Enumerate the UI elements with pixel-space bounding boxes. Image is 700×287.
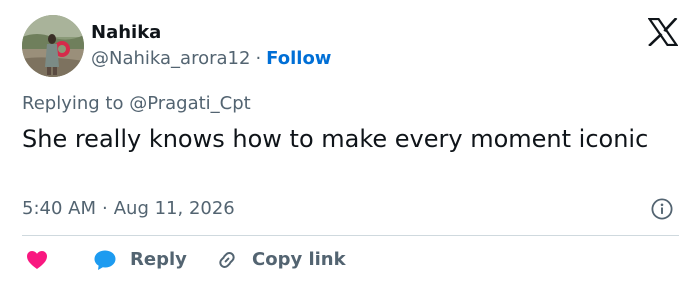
author-display-name[interactable]: Nahika bbox=[91, 21, 161, 45]
info-icon[interactable] bbox=[651, 198, 673, 220]
copy-link-label: Copy link bbox=[252, 249, 346, 270]
heart-icon bbox=[27, 251, 47, 269]
copy-link-button[interactable]: Copy link bbox=[215, 247, 346, 273]
avatar-photo-icon bbox=[22, 15, 84, 77]
author-handle-row: @Nahika_arora12 · Follow bbox=[91, 47, 331, 71]
reply-label: Reply bbox=[130, 249, 187, 270]
replying-to[interactable]: Replying to @Pragati_Cpt bbox=[22, 92, 251, 116]
avatar[interactable] bbox=[22, 15, 84, 77]
tweet-text: She really knows how to make every momen… bbox=[22, 125, 649, 153]
like-button[interactable] bbox=[26, 247, 48, 273]
follow-button[interactable]: Follow bbox=[266, 48, 331, 69]
link-icon bbox=[219, 252, 235, 268]
tweet-card: Nahika @Nahika_arora12 · Follow Replying t… bbox=[0, 0, 700, 287]
speech-bubble-icon bbox=[94, 250, 116, 270]
timestamp-separator: · bbox=[102, 198, 108, 219]
tweet-timestamp[interactable]: 5:40 AM · Aug 11, 2026 bbox=[22, 197, 235, 221]
reply-button[interactable]: Reply bbox=[93, 247, 187, 273]
author-handle[interactable]: @Nahika_arora12 bbox=[91, 48, 250, 69]
x-logo-icon[interactable] bbox=[648, 18, 678, 46]
tweet-time: 5:40 AM bbox=[22, 198, 96, 219]
handle-separator: · bbox=[255, 48, 262, 69]
tweet-date: Aug 11, 2026 bbox=[113, 198, 235, 219]
divider bbox=[22, 235, 679, 236]
